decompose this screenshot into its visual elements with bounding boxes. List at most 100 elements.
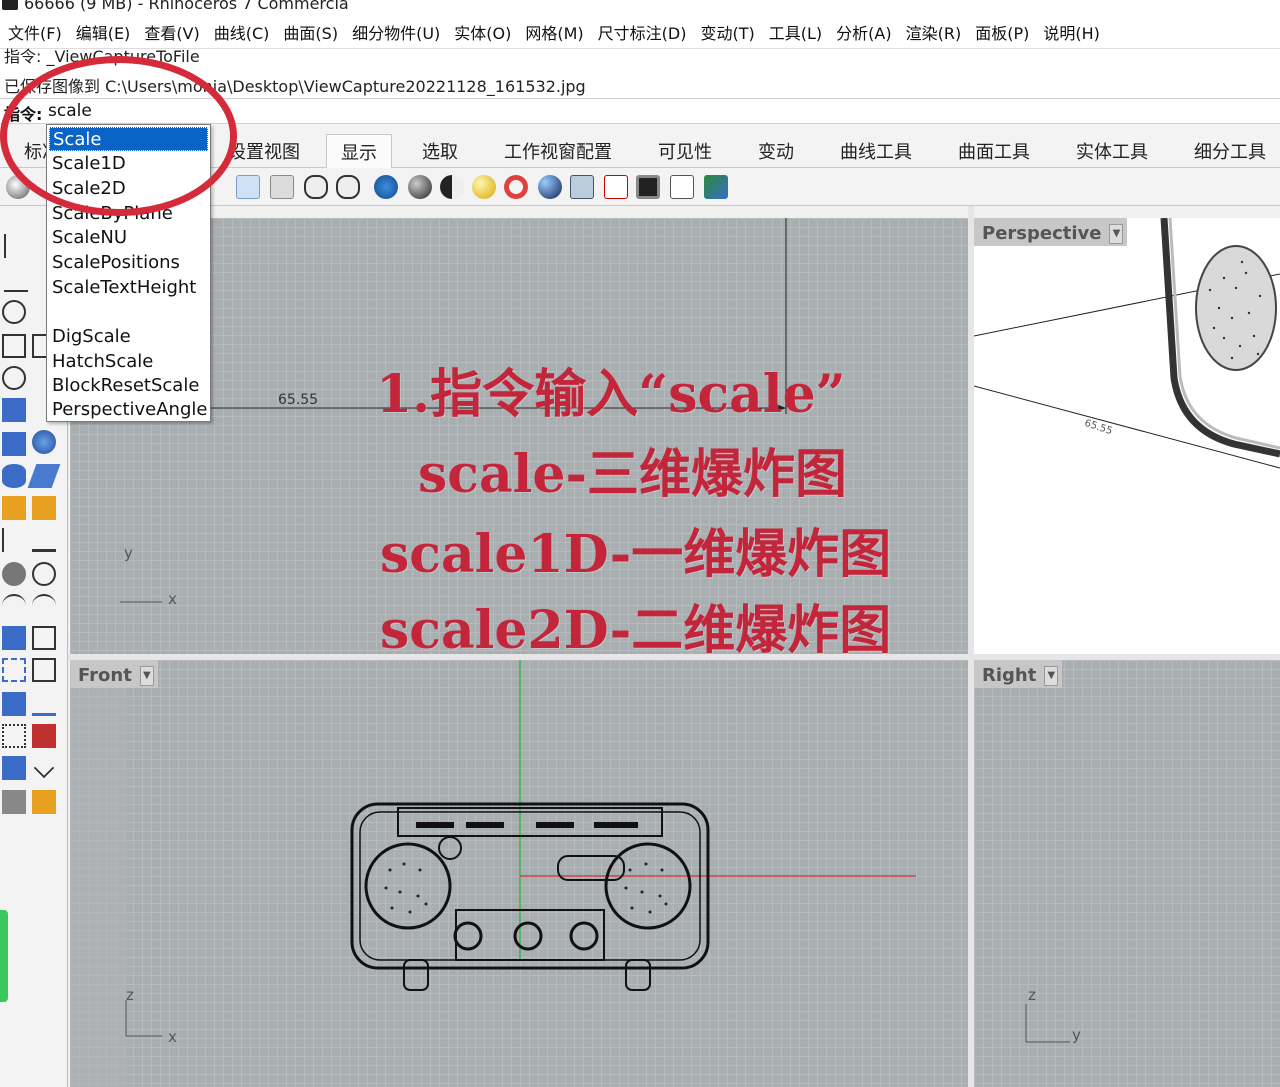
trim-icon[interactable] (2, 528, 26, 552)
tab-display[interactable]: 显示 (326, 134, 392, 168)
blend-icon[interactable] (32, 594, 56, 618)
polyline-icon[interactable] (4, 268, 28, 292)
tab-visibility[interactable]: 可见性 (658, 138, 712, 164)
polygon-icon[interactable] (2, 334, 26, 358)
select-arrow-icon[interactable] (4, 234, 28, 258)
sphere-dark-icon[interactable] (408, 175, 432, 199)
window-title: 66666 (9 MB) - Rhinoceros 7 Commercia (24, 0, 349, 13)
autocomplete-option[interactable]: Scale2D (49, 177, 208, 201)
rhino-app-icon (2, 0, 18, 10)
box-icon[interactable] (2, 432, 26, 456)
menu-panels[interactable]: 面板(P) (969, 20, 1037, 44)
autocomplete-option[interactable]: BlockResetScale (49, 374, 208, 398)
mouse-alt-icon[interactable] (336, 175, 360, 199)
tab-subd-tools[interactable]: 细分工具 (1194, 138, 1266, 164)
render-preview-icon[interactable] (374, 175, 398, 199)
mouse-icon[interactable] (304, 175, 328, 199)
viewport-title-perspective[interactable]: Perspective ▼ (974, 218, 1128, 246)
autocomplete-option[interactable]: ScalePositions (49, 251, 208, 275)
text-icon[interactable] (2, 626, 26, 650)
array-icon[interactable] (32, 692, 56, 716)
points-icon[interactable] (32, 562, 56, 586)
side-panel-tab[interactable] (0, 910, 8, 1002)
delete-display-icon[interactable] (604, 175, 628, 199)
cylinder-icon[interactable] (2, 464, 26, 488)
ellipse-icon[interactable] (2, 366, 26, 390)
sphere-icon[interactable] (32, 430, 56, 454)
autocomplete-separator (49, 301, 208, 325)
tab-viewport-layout[interactable]: 工作视窗配置 (504, 138, 612, 164)
autocomplete-option[interactable]: ScaleTextHeight (49, 276, 208, 300)
tab-surface-tools[interactable]: 曲面工具 (958, 138, 1030, 164)
menu-surface[interactable]: 曲面(S) (277, 20, 346, 44)
menu-solid[interactable]: 实体(O) (448, 20, 519, 44)
fillet-icon[interactable] (2, 594, 26, 618)
scale-tool-icon[interactable] (32, 626, 56, 650)
autocomplete-option[interactable]: DigScale (49, 325, 208, 349)
menu-help[interactable]: 说明(H) (1037, 20, 1108, 44)
shaded-icon[interactable] (270, 175, 294, 199)
tab-set-view[interactable]: 设置视图 (228, 138, 300, 164)
lightning-icon[interactable] (32, 496, 56, 520)
circle-icon[interactable] (2, 300, 26, 324)
command-input[interactable] (48, 100, 348, 122)
bucket-icon[interactable] (32, 790, 56, 814)
menu-edit[interactable]: 编辑(E) (70, 20, 139, 44)
globe-icon[interactable] (6, 175, 30, 199)
split-icon[interactable] (32, 528, 56, 552)
viewport-menu-arrow-icon[interactable]: ▼ (1044, 665, 1059, 686)
check-icon[interactable] (33, 757, 55, 779)
dimension-icon[interactable] (32, 724, 56, 748)
menu-file[interactable]: 文件(F) (2, 20, 70, 44)
tab-select[interactable]: 选取 (422, 138, 458, 164)
tab-solid-tools[interactable]: 实体工具 (1076, 138, 1148, 164)
colored-boxes-icon[interactable] (704, 175, 728, 199)
viewport-menu-arrow-icon[interactable]: ▼ (139, 665, 154, 686)
annotation-line: scale-三维爆炸图 (418, 444, 848, 505)
autocomplete-option[interactable]: ScaleByPlane (49, 202, 208, 226)
half-sphere-icon[interactable] (440, 175, 464, 199)
viewport-menu-arrow-icon[interactable]: ▼ (1109, 223, 1124, 244)
menu-analyze[interactable]: 分析(A) (830, 20, 899, 44)
paint-icon[interactable] (2, 790, 26, 814)
autocomplete-option[interactable]: Scale1D (49, 152, 208, 176)
wireframe-icon[interactable] (236, 175, 260, 199)
menu-tools[interactable]: 工具(L) (763, 20, 830, 44)
autocomplete-option[interactable]: ScaleNU (49, 226, 208, 250)
explode-icon[interactable] (2, 496, 26, 520)
menu-view[interactable]: 查看(V) (138, 20, 207, 44)
right-viewport[interactable]: z y Right ▼ (974, 660, 1280, 1087)
analyze-icon[interactable] (2, 756, 26, 780)
box-wire-icon[interactable] (670, 175, 694, 199)
block-icon[interactable] (2, 692, 26, 716)
mirror-icon[interactable] (32, 658, 56, 682)
menu-subd[interactable]: 细分物件(U) (346, 20, 448, 44)
grid-array-icon[interactable] (2, 724, 26, 748)
menu-mesh[interactable]: 网格(M) (519, 20, 591, 44)
tab-transform[interactable]: 变动 (758, 138, 794, 164)
gold-sphere-icon[interactable] (472, 175, 496, 199)
boolean-icon[interactable] (2, 562, 26, 586)
autocomplete-option-selected[interactable]: Scale (49, 127, 208, 151)
surface-icon[interactable] (2, 398, 26, 422)
autocomplete-option[interactable]: HatchScale (49, 350, 208, 374)
camera-icon[interactable] (570, 175, 594, 199)
viewport-label: Right (982, 665, 1037, 686)
history-line: 已保存图像到 C:\Users\monia\Desktop\ViewCaptur… (4, 77, 586, 96)
plane-icon[interactable] (27, 464, 61, 488)
viewport-title-front[interactable]: Front ▼ (70, 660, 158, 688)
annotation-line: scale1D-一维爆炸图 (380, 524, 892, 585)
autocomplete-option[interactable]: PerspectiveAngle (49, 398, 208, 422)
section-sphere-icon[interactable] (504, 175, 528, 199)
environment-icon[interactable] (538, 175, 562, 199)
menu-curve[interactable]: 曲线(C) (208, 20, 278, 44)
menu-transform[interactable]: 变动(T) (694, 20, 762, 44)
perspective-viewport[interactable]: 65.55 Perspective ▼ (974, 218, 1280, 654)
front-viewport[interactable]: z x Front ▼ (70, 660, 968, 1087)
group-icon[interactable] (2, 658, 26, 682)
tab-curve-tools[interactable]: 曲线工具 (840, 138, 912, 164)
menu-dimension[interactable]: 尺寸标注(D) (592, 20, 695, 44)
viewport-title-right[interactable]: Right ▼ (974, 660, 1063, 688)
monitor-icon[interactable] (636, 175, 660, 199)
menu-render[interactable]: 渲染(R) (900, 20, 970, 44)
